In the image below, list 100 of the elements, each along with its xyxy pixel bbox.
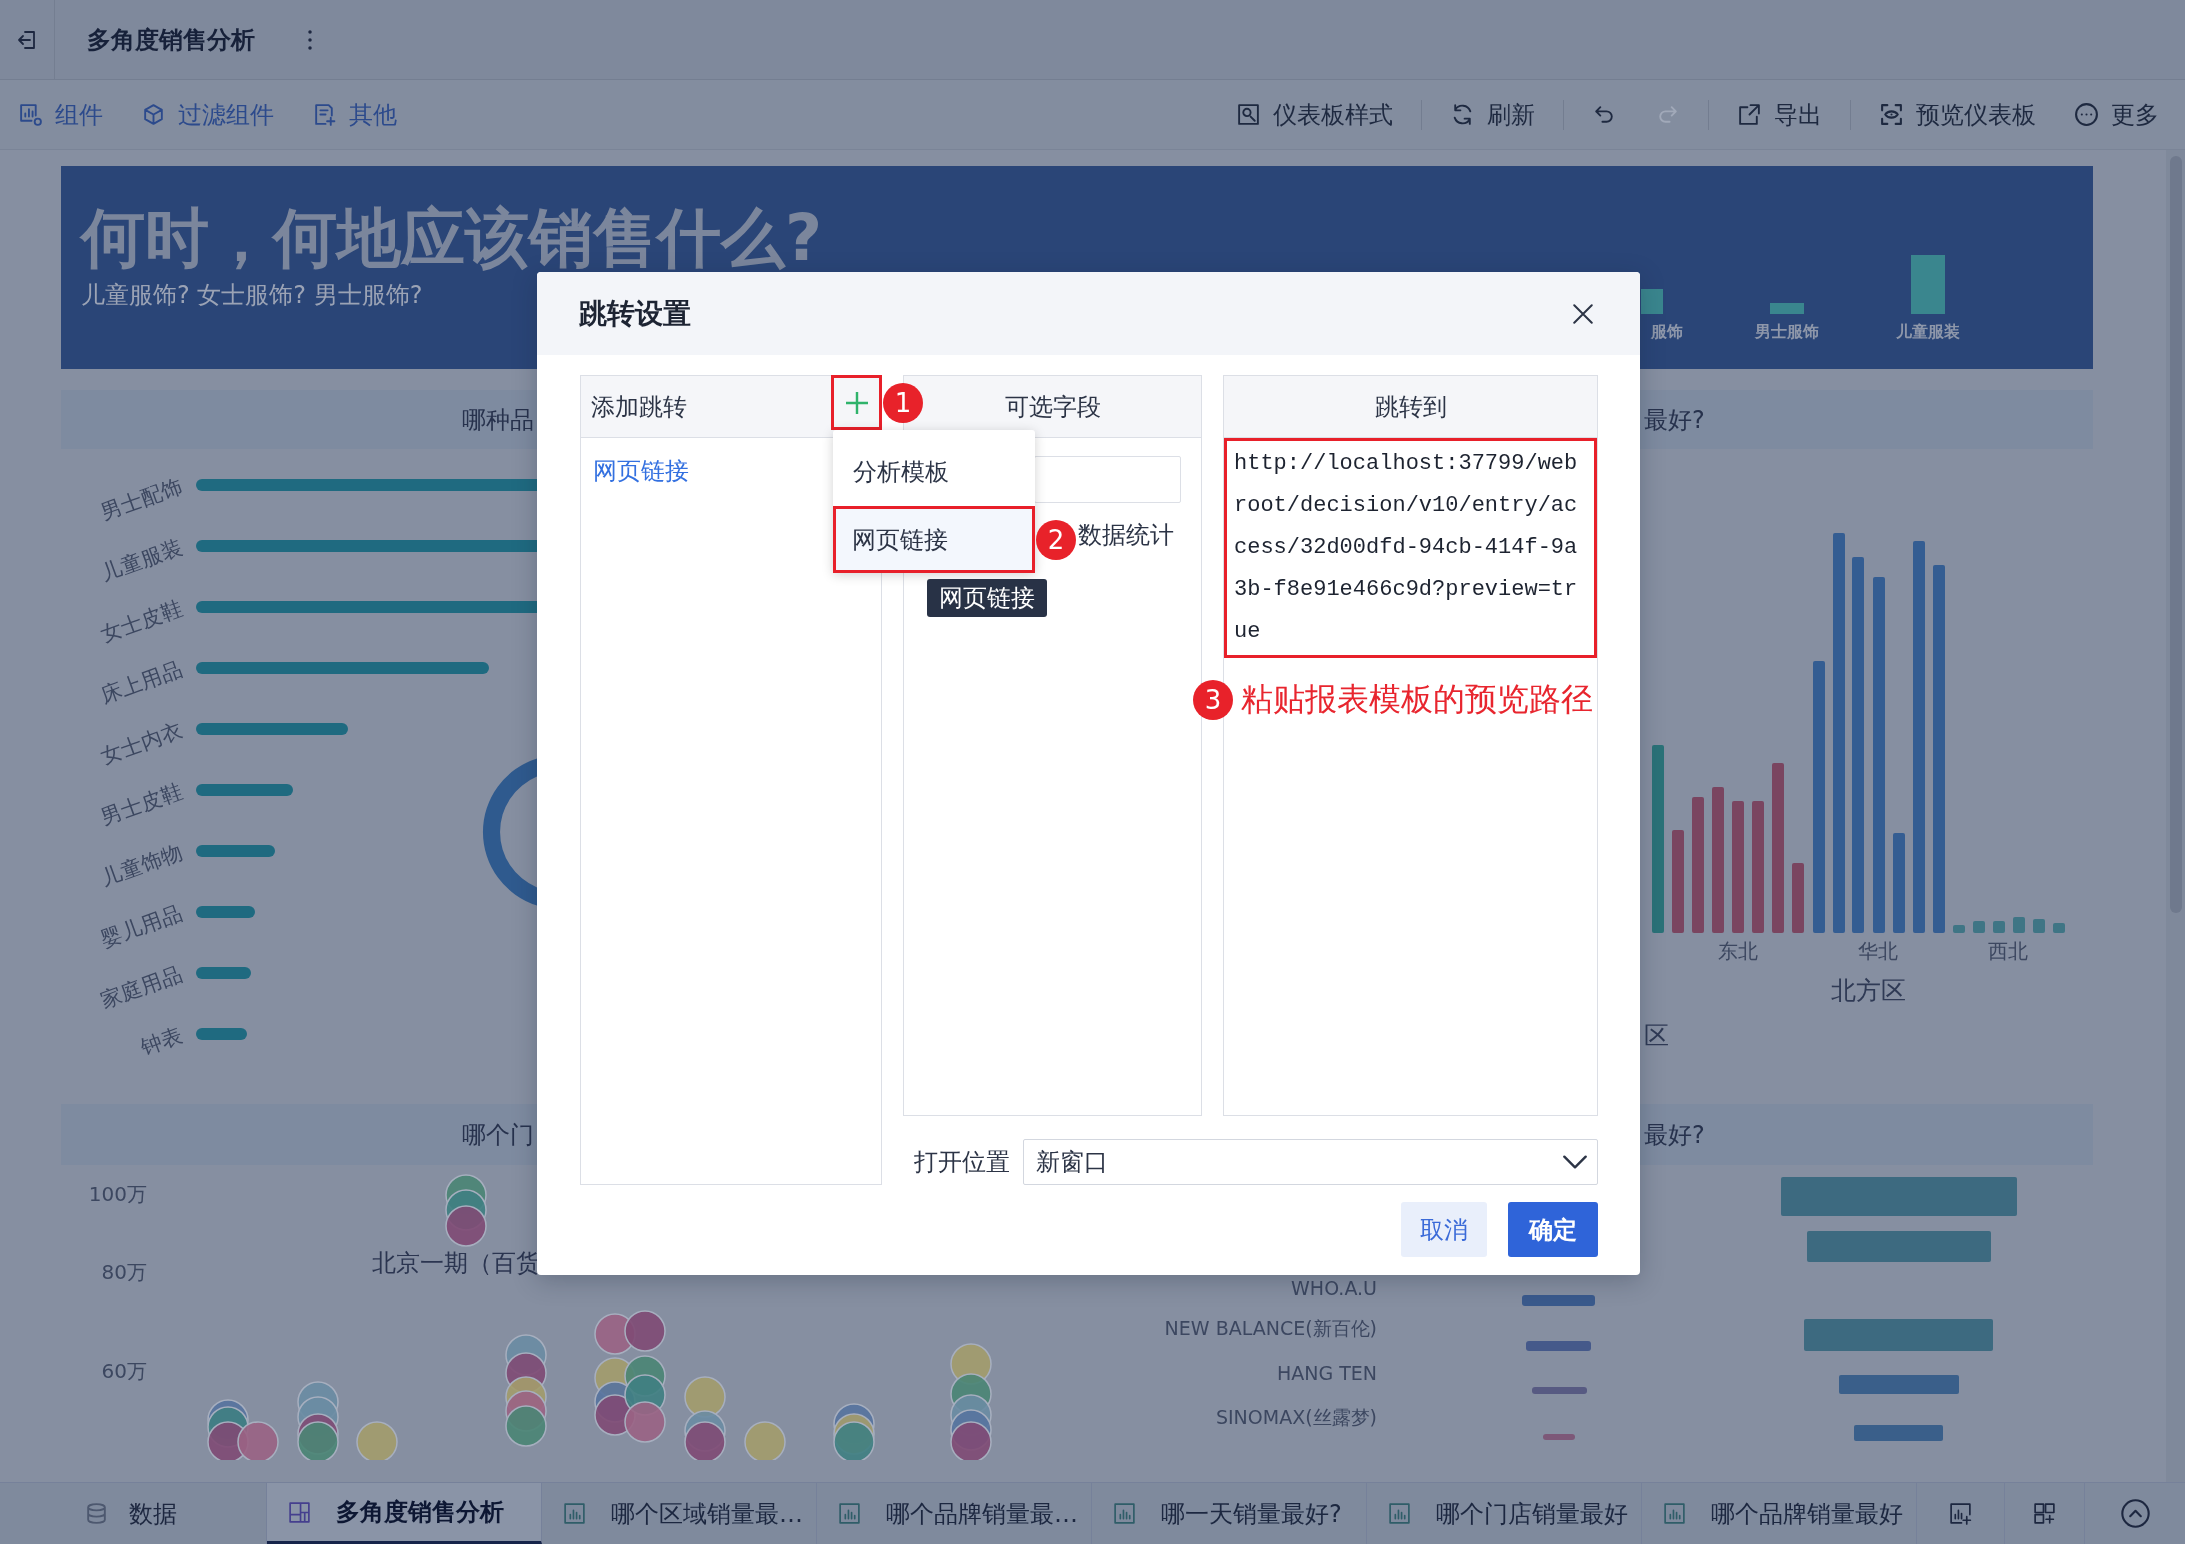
field-label: 打开位置	[914, 1147, 1010, 1178]
axis-label: 女士内衣	[97, 717, 186, 769]
bar	[2033, 919, 2045, 933]
axis-label: 华北	[1858, 939, 1898, 963]
toolbar-button[interactable]: 导出	[1737, 98, 1822, 131]
bar	[196, 967, 251, 979]
toolbar-button[interactable]: 过滤组件	[141, 98, 274, 131]
cube-icon	[141, 102, 166, 127]
bar	[1792, 863, 1804, 933]
plus-icon[interactable]	[845, 391, 868, 414]
bar	[196, 1028, 247, 1040]
axis-label: 西北	[1988, 939, 2028, 963]
panel-header: 最好?	[1640, 1104, 2093, 1165]
bar-chart-icon	[1662, 1501, 1687, 1526]
panel-header: 哪个门	[61, 1104, 537, 1165]
axis-label: 男士服饰	[1755, 321, 1819, 341]
banner-title: 何时，何地应该销售什么?	[81, 206, 823, 270]
tab[interactable]: 哪一天销量最好?	[1092, 1483, 1367, 1544]
axis-label: 儿童服装	[97, 534, 186, 586]
bubble	[624, 1310, 666, 1352]
bar	[1953, 925, 1965, 933]
bar	[1911, 255, 1945, 314]
axis-label: 女士皮鞋	[97, 595, 186, 647]
toolbar-button[interactable]: 组件	[18, 98, 103, 131]
bubble	[237, 1421, 279, 1460]
bar-chart-icon	[1387, 1501, 1412, 1526]
bubble	[297, 1421, 339, 1460]
kebab-icon[interactable]	[307, 28, 313, 51]
bar	[1543, 1434, 1575, 1440]
axis-label: 男士配饰	[97, 473, 186, 525]
point-label: 北京一期（百货	[372, 1249, 540, 1277]
bubble	[624, 1401, 666, 1443]
bar	[1993, 921, 2005, 933]
toolbar-button[interactable]: 刷新	[1450, 98, 1535, 131]
chevron-up-icon	[2120, 1499, 2150, 1528]
bubble	[505, 1405, 547, 1447]
axis-label: WHO.A.U	[1291, 1277, 1377, 1299]
axis-label: 服饰	[1651, 321, 1683, 341]
menu-item[interactable]: 网页链接	[836, 509, 1032, 570]
tab[interactable]: 哪个门店销量最好	[1367, 1483, 1642, 1544]
axis-label: 东北	[1718, 939, 1758, 963]
dashboard-title: 多角度销售分析	[87, 24, 255, 56]
bar	[1641, 289, 1663, 314]
bar	[1532, 1387, 1587, 1394]
toolbar-button[interactable]: 仪表板样式	[1236, 98, 1393, 131]
field-item[interactable]: 数据统计	[1078, 521, 1174, 550]
bar-chart-icon	[562, 1501, 587, 1526]
axis-label: 儿童服装	[1896, 321, 1960, 341]
tab[interactable]: 哪个品牌销量最…	[817, 1483, 1092, 1544]
list-item[interactable]: 网页链接	[593, 452, 689, 490]
bar	[196, 906, 255, 918]
url-field[interactable]: http://localhost:37799/webroot/decision/v10/entry/access/32d00dfd-94cb-414f-9a3b-f8e91e466c9d?preview=true	[1227, 441, 1580, 655]
toolbar-button[interactable]: 预览仪表板	[1879, 98, 2036, 131]
axis-label: 钟表	[137, 1022, 186, 1060]
chart-plus-icon	[1948, 1501, 1973, 1526]
layout-icon	[287, 1499, 312, 1525]
dialog-title: 跳转设置	[579, 295, 691, 332]
axis-label: 男士皮鞋	[97, 778, 186, 830]
bubble	[950, 1421, 992, 1460]
column-title: 添加跳转	[591, 391, 687, 423]
axis-label: 80万	[101, 1260, 147, 1284]
close-icon[interactable]	[1573, 303, 1593, 324]
bar	[1526, 1341, 1591, 1351]
tooltip: 网页链接	[927, 579, 1047, 617]
bubble	[744, 1421, 786, 1460]
select-field[interactable]: 新窗口	[1023, 1139, 1598, 1185]
column-header: 跳转到	[1224, 376, 1597, 438]
chart-icon	[18, 102, 43, 127]
group-label: 区	[1643, 1020, 1669, 1050]
toolbar-button[interactable]: 更多	[2074, 98, 2159, 131]
tab[interactable]: 哪个品牌销量最好	[1642, 1483, 1917, 1544]
more-icon	[2074, 102, 2099, 127]
callout-badge: 3	[1193, 680, 1233, 720]
confirm-button[interactable]: 确定	[1508, 1202, 1598, 1257]
axis-label: SINOMAX(丝露梦)	[1215, 1406, 1377, 1428]
toolbar-button[interactable]: 其他	[312, 98, 397, 131]
menu-item[interactable]: 分析模板	[833, 438, 1035, 506]
axis-label: 儿童饰物	[97, 839, 186, 891]
axis-label: 家庭用品	[97, 961, 186, 1013]
eye-icon	[1879, 102, 1904, 127]
bar-chart-icon	[837, 1501, 862, 1526]
panel-header: 哪种品	[61, 390, 537, 449]
callout-badge: 2	[1036, 519, 1076, 560]
layout-plus-icon	[2032, 1501, 2057, 1526]
tab[interactable]: 哪个区域销量最…	[542, 1483, 817, 1544]
cancel-button[interactable]: 取消	[1401, 1202, 1487, 1257]
bubble	[356, 1421, 398, 1460]
panel-header: 最好?	[1640, 390, 2093, 449]
axis-label: NEW BALANCE(新百伦)	[1164, 1317, 1377, 1339]
axis-label: 床上用品	[97, 656, 186, 708]
bubble	[684, 1421, 726, 1460]
bubble	[833, 1421, 875, 1460]
tab[interactable]: 多角度销售分析	[267, 1483, 542, 1544]
bar	[1973, 921, 1985, 933]
axis-label: 婴儿用品	[97, 900, 186, 952]
bar	[2013, 917, 2025, 933]
framed-search-icon	[1236, 102, 1261, 127]
bar-chart-icon	[1112, 1501, 1137, 1526]
axis-label: 60万	[101, 1359, 147, 1383]
annotation-text: 粘贴报表模板的预览路径	[1241, 682, 1593, 718]
